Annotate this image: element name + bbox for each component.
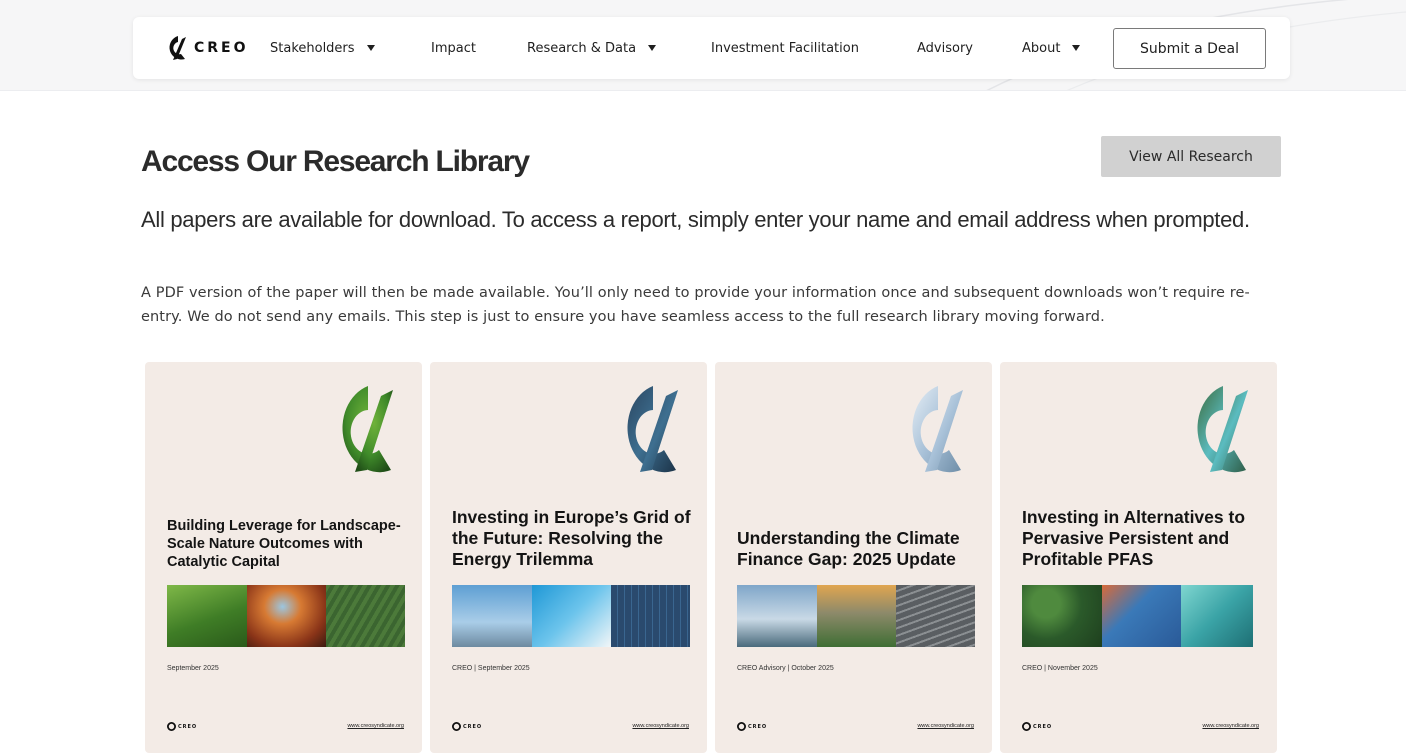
wind-farm-image [737, 585, 817, 647]
nav-stakeholders[interactable]: Stakeholders [270, 39, 375, 57]
card-footer-logo: CREO [452, 722, 482, 731]
card-title: Understanding the Climate Finance Gap: 2… [737, 528, 960, 569]
card-title: Investing in Europe’s Grid of the Future… [452, 507, 691, 569]
page-title: Access Our Research Library [141, 145, 530, 178]
creo-logo-icon [1022, 722, 1031, 731]
card-footer-url: www.creosyndicate.org [1202, 723, 1259, 729]
grid-creo-emblem-icon [627, 386, 678, 473]
submit-deal-button[interactable]: Submit a Deal [1113, 28, 1266, 69]
card-title: Building Leverage for Landscape-Scale Na… [167, 518, 401, 570]
nav-research-data[interactable]: Research & Data [527, 39, 657, 57]
farmland-image [326, 585, 405, 647]
header-band: CREO Stakeholders Impact Research & Data… [0, 0, 1406, 91]
creo-logo-icon [169, 36, 186, 60]
footer-brand: CREO [1033, 723, 1053, 730]
card-image-strip [452, 585, 690, 647]
view-all-research-button[interactable]: View All Research [1101, 136, 1281, 177]
footer-brand: CREO [748, 723, 768, 730]
ocean-water-image [1181, 585, 1253, 647]
card-date: CREO | November 2025 [1022, 665, 1098, 672]
footer-brand: CREO [178, 723, 198, 730]
caret-down-icon [648, 45, 657, 51]
research-card-pfas[interactable]: Investing in Alternatives to Pervasive P… [1000, 362, 1277, 753]
nature-creo-emblem-icon [342, 386, 393, 473]
forest-canopy-image [1022, 585, 1102, 647]
wind-turbine-image [532, 585, 611, 647]
pfas-creo-emblem-icon [1197, 386, 1248, 473]
caret-down-icon [366, 45, 375, 51]
circuit-board-image [1102, 585, 1181, 647]
nav-label: Research & Data [527, 40, 637, 56]
nav-impact[interactable]: Impact [431, 39, 476, 57]
card-footer-url: www.creosyndicate.org [917, 723, 974, 729]
creo-logo-icon [737, 722, 746, 731]
card-footer-logo: CREO [1022, 722, 1052, 731]
nav-label: Investment Facilitation [711, 40, 859, 56]
brand-logo[interactable]: CREO [165, 33, 249, 63]
main-navbar: CREO Stakeholders Impact Research & Data… [133, 17, 1290, 79]
nav-label: Advisory [917, 40, 973, 56]
nav-investment-facilitation[interactable]: Investment Facilitation [711, 39, 859, 57]
solar-panel-image [611, 585, 690, 647]
caret-down-icon [1072, 45, 1081, 51]
card-date: CREO | September 2025 [452, 665, 530, 672]
card-date: September 2025 [167, 665, 219, 672]
power-pylon-image [452, 585, 532, 647]
climate-creo-emblem-icon [912, 386, 963, 473]
body-text: A PDF version of the paper will then be … [141, 285, 1250, 325]
nav-label: Impact [431, 40, 476, 56]
nav-about[interactable]: About [1022, 39, 1081, 57]
card-footer-url: www.creosyndicate.org [632, 723, 689, 729]
canyon-image [247, 585, 326, 647]
card-title: Investing in Alternatives to Pervasive P… [1022, 507, 1246, 569]
footer-brand: CREO [463, 723, 483, 730]
research-card-nature[interactable]: Building Leverage for Landscape-Scale Na… [145, 362, 422, 753]
brand-wordmark: CREO [194, 40, 249, 56]
card-image-strip [737, 585, 975, 647]
research-card-climate-finance[interactable]: Understanding the Climate Finance Gap: 2… [715, 362, 992, 753]
nav-label: Stakeholders [270, 40, 355, 56]
card-footer-url: www.creosyndicate.org [347, 723, 404, 729]
nav-advisory[interactable]: Advisory [917, 39, 973, 57]
rice-terrace-image [167, 585, 247, 647]
card-footer-logo: CREO [737, 722, 767, 731]
highway-interchange-image [896, 585, 975, 647]
creo-logo-icon [167, 722, 176, 731]
card-image-strip [1022, 585, 1253, 647]
card-date: CREO Advisory | October 2025 [737, 665, 834, 672]
card-footer-logo: CREO [167, 722, 197, 731]
lead-text: All papers are available for download. T… [141, 207, 1250, 232]
card-image-strip [167, 585, 405, 647]
research-card-energy-grid[interactable]: Investing in Europe’s Grid of the Future… [430, 362, 707, 753]
sunset-valley-image [817, 585, 896, 647]
nav-label: About [1022, 40, 1061, 56]
creo-logo-icon [452, 722, 461, 731]
